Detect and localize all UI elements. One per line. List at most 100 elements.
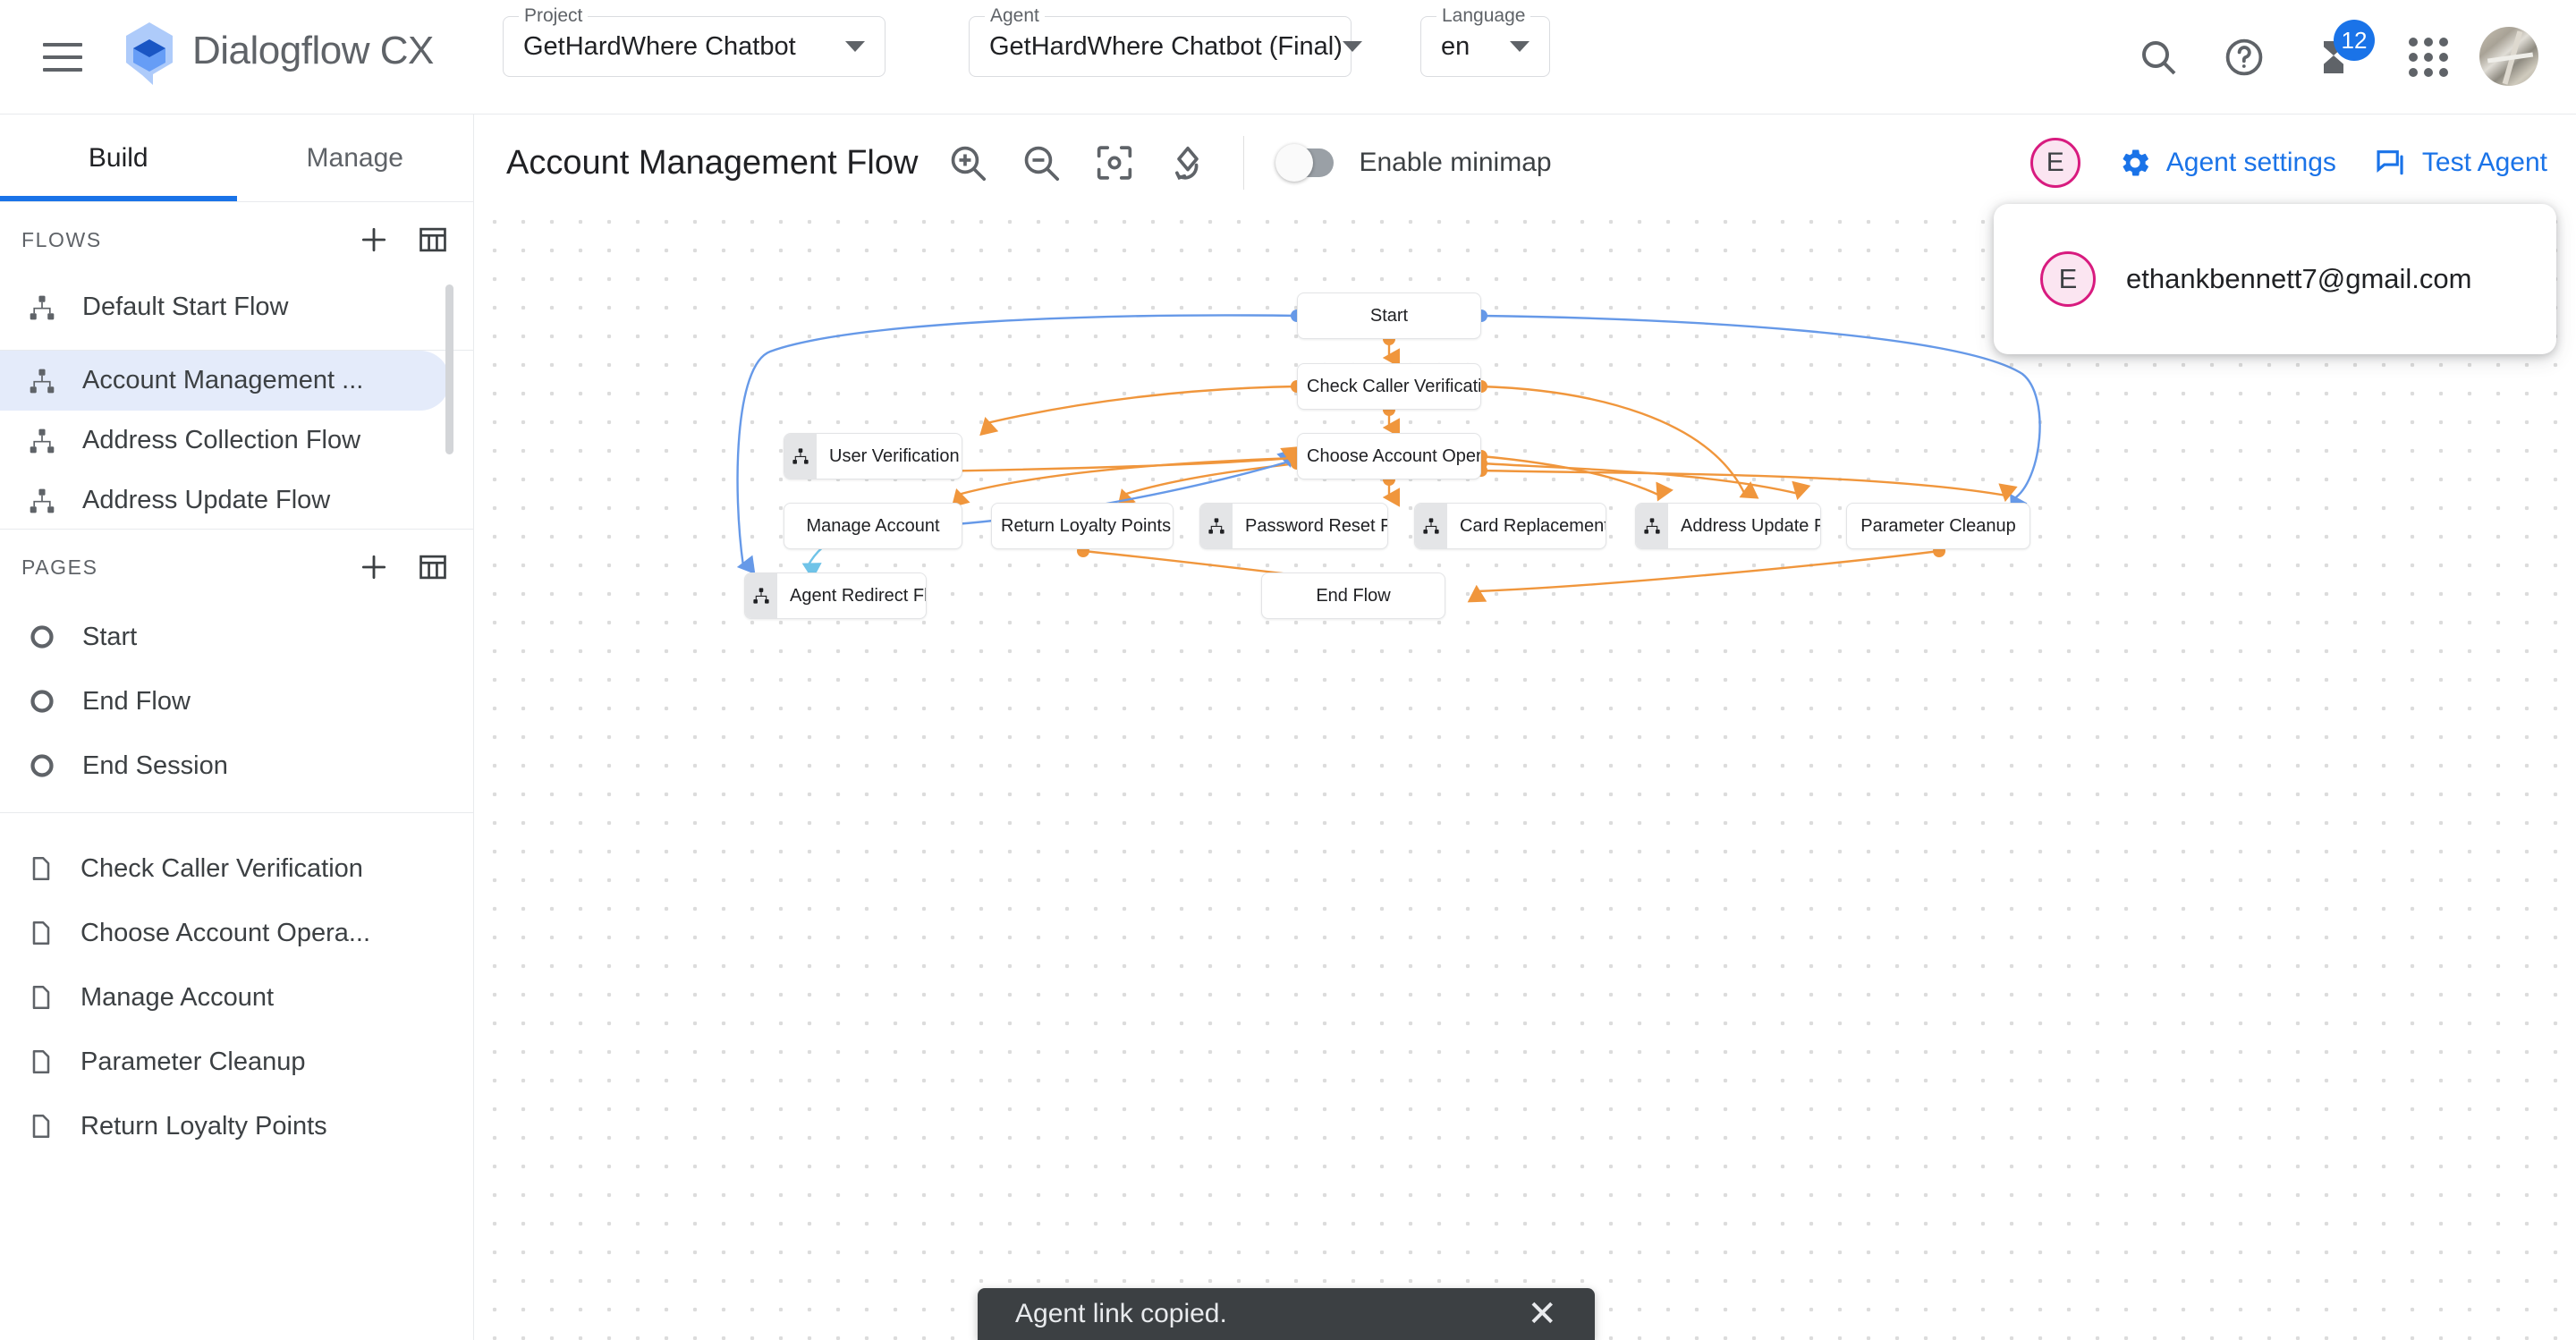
search-icon[interactable] [2137, 36, 2180, 79]
account-tree-icon [1415, 504, 1447, 548]
sidebar-flow-label: Address Update Flow [82, 486, 331, 514]
tab-build[interactable]: Build [0, 114, 237, 201]
sidebar-page-choose-account-operation[interactable]: Choose Account Opera... [0, 901, 473, 965]
toolbar-divider [1243, 136, 1245, 190]
page-document-icon [27, 983, 55, 1012]
graph-node-manage-account[interactable]: Manage Account [784, 503, 962, 549]
enable-minimap-toggle[interactable] [1275, 144, 1335, 182]
app-brand-name: Dialogflow CX [192, 29, 434, 72]
sidebar-page-check-caller-verification[interactable]: Check Caller Verification [0, 836, 473, 901]
node-label: Choose Account Oper... [1307, 445, 1480, 466]
circle-icon [27, 751, 57, 781]
agent-label: Agent [985, 5, 1045, 27]
graph-node-agent-redirect-flow[interactable]: Agent Redirect Flow [744, 572, 927, 619]
sidebar-page-parameter-cleanup[interactable]: Parameter Cleanup [0, 1030, 473, 1094]
hamburger-menu-icon[interactable] [43, 43, 82, 72]
apps-grid-icon[interactable] [2409, 38, 2452, 81]
project-selector[interactable]: Project GetHardWhere Chatbot [503, 5, 886, 77]
sidebar-page-manage-account[interactable]: Manage Account [0, 965, 473, 1030]
account-initial-avatar: E [2040, 251, 2096, 307]
sidebar-page-return-loyalty-points[interactable]: Return Loyalty Points [0, 1094, 473, 1158]
graph-node-choose-account-operation[interactable]: Choose Account Oper... [1297, 433, 1481, 479]
add-flow-button[interactable] [353, 219, 394, 260]
page-title: Account Management Flow [506, 143, 919, 182]
sidebar-flow-label: Address Collection Flow [82, 426, 361, 454]
account-email: ethankbennett7@gmail.com [2126, 263, 2472, 294]
fit-to-screen-icon[interactable] [1091, 140, 1138, 186]
account-tree-icon [27, 366, 57, 396]
sidebar-page-label: Check Caller Verification [80, 853, 363, 883]
graph-node-user-verification-flow[interactable]: User Verification Flow [784, 433, 962, 479]
project-label: Project [519, 5, 589, 27]
tab-manage-label: Manage [306, 142, 403, 173]
page-document-icon [27, 1112, 55, 1141]
sidebar-flow-address-update[interactable]: Address Update Flow [0, 471, 473, 529]
tab-manage[interactable]: Manage [237, 114, 474, 201]
notifications-icon[interactable]: 12 [2312, 20, 2375, 79]
add-page-button[interactable] [353, 547, 394, 588]
sidebar-page-start[interactable]: Start [0, 605, 473, 669]
account-tree-icon [1636, 504, 1668, 548]
pages-list: Start End Flow End Session Check Caller … [0, 605, 473, 1158]
chevron-down-icon [1342, 41, 1362, 52]
node-label: Return Loyalty Points [1001, 515, 1172, 536]
node-label: Agent Redirect Flow [790, 585, 926, 606]
test-agent-button[interactable]: Test Agent [2374, 146, 2547, 180]
reset-layout-icon[interactable] [1165, 140, 1211, 186]
sidebar-page-label: Choose Account Opera... [80, 918, 371, 947]
sidebar-flow-account-management[interactable]: Account Management ... [0, 351, 450, 411]
pages-section-title: PAGES [21, 555, 98, 579]
agent-settings-label: Agent settings [2165, 148, 2336, 177]
graph-node-parameter-cleanup[interactable]: Parameter Cleanup [1846, 503, 2030, 549]
circle-icon [27, 622, 57, 652]
graph-node-address-update-flow[interactable]: Address Update Flow [1635, 503, 1821, 549]
graph-node-start[interactable]: Start [1297, 293, 1481, 339]
profile-avatar[interactable] [2479, 27, 2538, 86]
flows-list: Default Start Flow Account Management ..… [0, 277, 473, 530]
flows-table-view-button[interactable] [412, 219, 453, 260]
flow-graph-canvas[interactable]: Account Management Flow Enable minimap E… [475, 114, 2576, 1340]
graph-node-return-loyalty-points[interactable]: Return Loyalty Points [991, 503, 1174, 549]
page-document-icon [27, 854, 55, 883]
enable-minimap-label: Enable minimap [1359, 148, 1552, 177]
pages-divider [0, 812, 473, 813]
node-label: Start [1369, 305, 1409, 326]
node-label: Manage Account [806, 515, 940, 536]
node-label: Card Replacement Flow [1460, 515, 1606, 536]
agent-selector[interactable]: Agent GetHardWhere Chatbot (Final) [969, 5, 1362, 77]
sidebar-tabs: Build Manage [0, 114, 473, 202]
flows-scrollbar-thumb[interactable] [445, 284, 453, 454]
account-tree-icon [27, 293, 57, 323]
zoom-in-icon[interactable] [945, 140, 991, 186]
canvas-toolbar: Account Management Flow Enable minimap E… [475, 114, 2576, 211]
sidebar-page-end-session[interactable]: End Session [0, 734, 473, 798]
toggle-knob [1275, 144, 1314, 182]
graph-node-check-caller-verification[interactable]: Check Caller Verificati... [1297, 363, 1481, 410]
user-initial-avatar[interactable]: E [2029, 138, 2080, 188]
page-document-icon [27, 1047, 55, 1076]
sidebar-flow-default-start-flow[interactable]: Default Start Flow [0, 277, 473, 337]
agent-settings-button[interactable]: Agent settings [2118, 146, 2336, 180]
sidebar-page-label: Return Loyalty Points [80, 1111, 327, 1141]
graph-node-card-replacement-flow[interactable]: Card Replacement Flow [1414, 503, 1606, 549]
sidebar-page-end-flow[interactable]: End Flow [0, 669, 473, 734]
account-tree-icon [27, 486, 57, 516]
close-icon[interactable]: ✕ [1527, 1296, 1557, 1332]
graph-node-end-flow[interactable]: End Flow [1261, 572, 1445, 619]
sidebar-flow-address-collection[interactable]: Address Collection Flow [0, 411, 473, 471]
account-tree-icon [1200, 504, 1233, 548]
sidebar-flow-label: Default Start Flow [82, 293, 289, 321]
node-label: Address Update Flow [1681, 515, 1820, 536]
pages-table-view-button[interactable] [412, 547, 453, 588]
page-document-icon [27, 919, 55, 947]
account-tree-icon [27, 426, 57, 456]
account-tree-icon [745, 573, 777, 618]
sidebar-page-label: Start [82, 622, 138, 651]
snackbar-message: Agent link copied. [1015, 1299, 1227, 1328]
test-agent-label: Test Agent [2421, 148, 2547, 177]
help-icon[interactable] [2223, 36, 2266, 79]
zoom-out-icon[interactable] [1018, 140, 1064, 186]
graph-node-password-reset-flow[interactable]: Password Reset Flow [1199, 503, 1388, 549]
language-selector[interactable]: Language en [1420, 5, 1550, 77]
chevron-down-icon [1510, 41, 1530, 52]
